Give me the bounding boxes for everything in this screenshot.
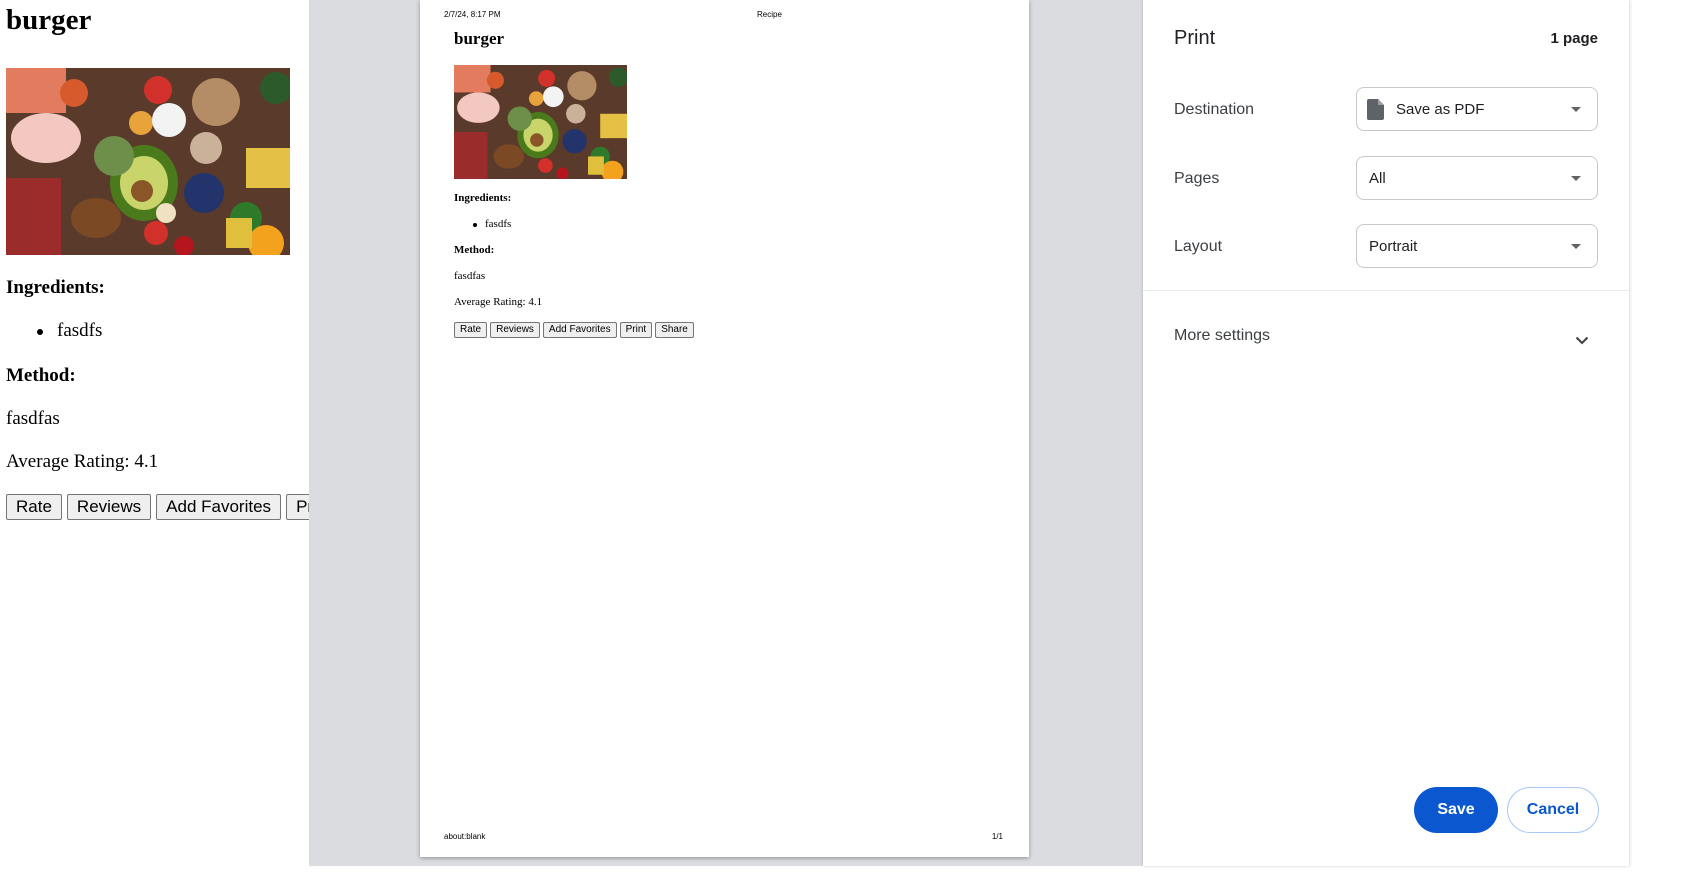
preview-add-favorites-button: Add Favorites <box>542 322 617 338</box>
layout-label: Layout <box>1174 238 1223 255</box>
preview-list-item: fasdfs <box>472 218 512 230</box>
preview-footer-url: about:blank <box>444 832 486 841</box>
method-heading: Method: <box>6 365 76 386</box>
preview-header-date: 2/7/24, 8:17 PM <box>444 10 501 19</box>
pages-label: Pages <box>1174 170 1220 187</box>
recipe-title: burger <box>6 4 92 36</box>
pages-select[interactable]: All <box>1356 156 1598 200</box>
save-button[interactable]: Save <box>1414 787 1498 833</box>
preview-rate-button: Rate <box>454 322 488 338</box>
document-icon <box>1367 98 1384 120</box>
preview-ingredients-heading: Ingredients: <box>454 192 512 204</box>
ingredients-heading: Ingredients: <box>6 277 105 298</box>
food-photo-icon <box>454 65 627 179</box>
more-settings-toggle[interactable]: More settings <box>1174 327 1270 345</box>
chevron-down-icon[interactable] <box>1575 332 1589 350</box>
preview-footer-page: 1/1 <box>991 832 1003 841</box>
list-item: fasdfs <box>36 320 103 341</box>
destination-select[interactable]: Save as PDF <box>1356 87 1598 131</box>
preview-page: 2/7/24, 8:17 PM Recipe burger Ingredient… <box>420 0 1029 857</box>
preview-average-rating: Average Rating: 4.1 <box>454 296 543 308</box>
rate-button[interactable]: Rate <box>6 494 62 520</box>
destination-label: Destination <box>1174 101 1255 118</box>
method-text: fasdfas <box>6 408 60 429</box>
print-preview-area: 2/7/24, 8:17 PM Recipe burger Ingredient… <box>309 0 1143 866</box>
preview-header-title: Recipe <box>757 10 782 19</box>
preview-recipe-actions: Rate Reviews Add Favorites Print Share <box>454 322 694 338</box>
divider <box>1143 290 1629 291</box>
recipe-image <box>6 68 290 255</box>
reviews-button[interactable]: Reviews <box>66 494 152 520</box>
preview-method-text: fasdfas <box>454 270 486 282</box>
preview-print-button: Print <box>619 322 653 338</box>
preview-method-heading: Method: <box>454 244 495 256</box>
preview-recipe-image <box>454 65 627 179</box>
dropdown-caret-icon <box>1571 107 1581 112</box>
preview-share-button: Share <box>655 322 694 338</box>
dropdown-caret-icon <box>1571 244 1581 249</box>
dropdown-caret-icon <box>1571 176 1581 181</box>
recipe-actions: Rate Reviews Add Favorites Print <box>6 494 342 520</box>
pages-value: All <box>1369 169 1386 187</box>
food-photo-icon <box>6 68 290 255</box>
print-title: Print <box>1174 27 1216 49</box>
print-settings-panel: Print 1 page Destination Save as PDF Pag… <box>1143 0 1629 866</box>
average-rating: Average Rating: 4.1 <box>6 451 159 472</box>
print-dialog: 2/7/24, 8:17 PM Recipe burger Ingredient… <box>309 0 1629 866</box>
preview-recipe-title: burger <box>454 29 505 48</box>
destination-value: Save as PDF <box>1396 100 1485 118</box>
add-favorites-button[interactable]: Add Favorites <box>156 494 282 520</box>
cancel-button[interactable]: Cancel <box>1507 787 1599 833</box>
preview-reviews-button: Reviews <box>490 322 540 338</box>
layout-value: Portrait <box>1369 237 1418 255</box>
page-count: 1 page <box>1550 30 1598 47</box>
layout-select[interactable]: Portrait <box>1356 224 1598 268</box>
